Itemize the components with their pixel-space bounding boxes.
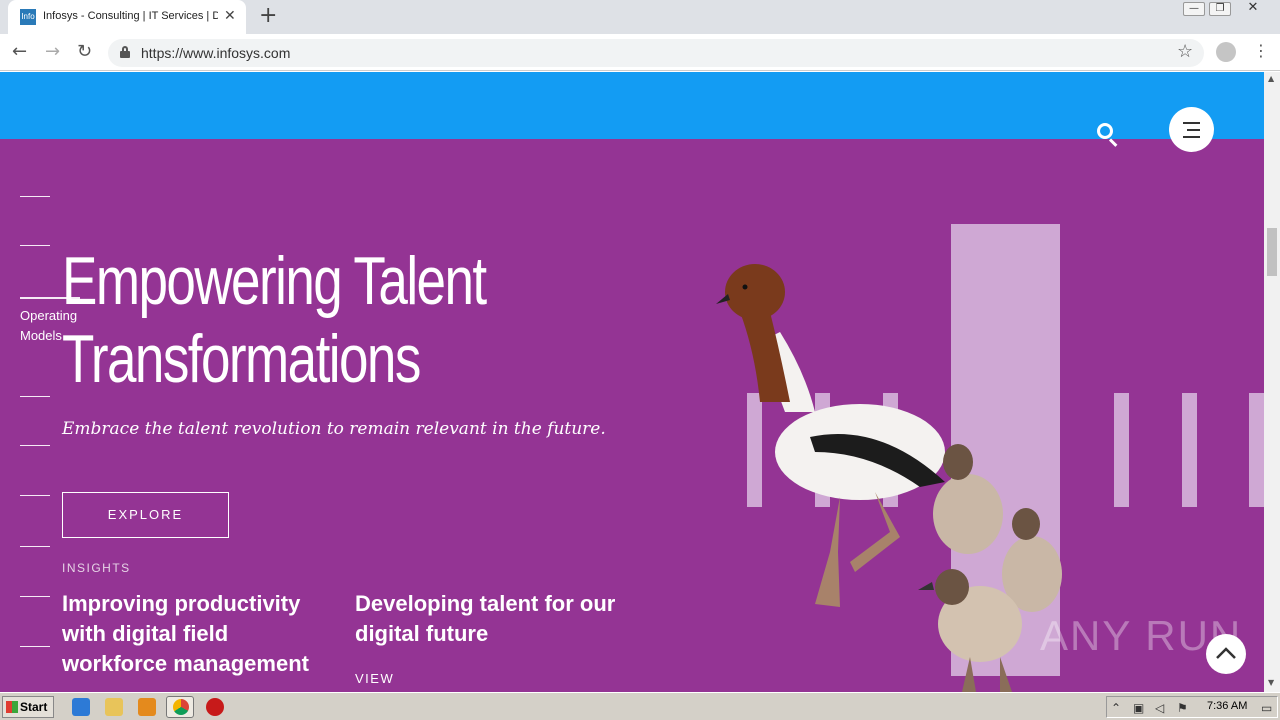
side-nav-dash[interactable]	[20, 445, 50, 446]
windows-logo-icon	[6, 701, 18, 713]
decorative-column	[1249, 393, 1264, 507]
media-player-icon[interactable]	[138, 698, 156, 716]
address-bar[interactable]: https://www.infosys.com ☆	[108, 39, 1204, 67]
volume-icon[interactable]: ◁	[1155, 701, 1169, 715]
scrollbar-thumb[interactable]	[1267, 228, 1277, 276]
screen: Info Infosys - Consulting | IT Services …	[0, 0, 1280, 720]
system-tray: ⌃ ▣ ◁ ⚑ 7:36 AM ▭	[1106, 696, 1278, 718]
browser-tab[interactable]: Info Infosys - Consulting | IT Services …	[8, 0, 246, 34]
minimize-icon[interactable]: —	[1183, 2, 1205, 16]
url-text[interactable]: https://www.infosys.com	[141, 45, 290, 61]
decorative-column	[1114, 393, 1129, 507]
page-viewport: Operating Models Empowering Talent Trans…	[0, 72, 1264, 692]
window-close-icon[interactable]: ✕	[1235, 1, 1271, 16]
network-icon[interactable]: ▣	[1133, 701, 1147, 715]
page-scrollbar[interactable]: ▲ ▼	[1264, 72, 1280, 692]
explore-button[interactable]: EXPLORE	[62, 492, 229, 538]
tab-close-icon[interactable]: ✕	[224, 8, 236, 24]
side-nav-dash[interactable]	[20, 596, 50, 597]
reload-icon[interactable]: ↻	[77, 40, 92, 64]
lock-icon	[120, 46, 130, 58]
decorative-column	[1182, 393, 1197, 507]
chrome-icon	[173, 699, 189, 715]
back-arrow-icon[interactable]: ←	[12, 40, 27, 64]
side-nav-dash[interactable]	[20, 245, 50, 246]
side-nav-dash[interactable]	[20, 495, 50, 496]
stop-icon[interactable]	[206, 698, 224, 716]
hero-subheadline: Embrace the talent revolution to remain …	[62, 419, 606, 439]
profile-icon[interactable]	[1216, 42, 1236, 62]
restore-icon[interactable]: ❐	[1209, 2, 1231, 16]
flag-icon[interactable]: ⚑	[1177, 701, 1191, 715]
tab-bar: Info Infosys - Consulting | IT Services …	[0, 0, 1280, 34]
menu-dots-icon[interactable]: ⋮	[1253, 41, 1269, 61]
hamburger-menu-button[interactable]	[1169, 107, 1214, 152]
windows-taskbar: Start ⌃ ▣ ◁ ⚑ 7:36 AM ▭	[0, 692, 1280, 720]
forward-arrow-icon[interactable]: →	[45, 40, 60, 64]
infosys-favicon-icon: Info	[20, 9, 36, 25]
tab-title: Infosys - Consulting | IT Services | D	[43, 10, 218, 22]
scroll-to-top-button[interactable]	[1206, 634, 1246, 674]
side-nav-dash[interactable]	[20, 546, 50, 547]
insight-link[interactable]: Developing talent for our digital future	[355, 589, 625, 649]
scroll-up-arrow-icon[interactable]: ▲	[1268, 74, 1274, 83]
chevron-up-icon	[1216, 647, 1236, 659]
insights-label: INSIGHTS	[62, 561, 131, 575]
hero-headline: Empowering Talent Transformations	[62, 243, 487, 397]
show-desktop-icon[interactable]: ▭	[1261, 701, 1275, 715]
clock[interactable]: 7:36 AM	[1207, 700, 1247, 712]
browser-toolbar: ← → ↻ https://www.infosys.com ☆ ⋮	[0, 34, 1280, 71]
ie-icon[interactable]	[72, 698, 90, 716]
duck-with-ducklings-image	[716, 264, 1062, 692]
folder-icon[interactable]	[105, 698, 123, 716]
insight-link[interactable]: Improving productivity with digital fiel…	[62, 589, 332, 679]
new-tab-plus-icon[interactable]: +	[259, 5, 277, 27]
side-nav-dash[interactable]	[20, 646, 50, 647]
side-nav-dash[interactable]	[20, 396, 50, 397]
scroll-down-arrow-icon[interactable]: ▼	[1268, 678, 1274, 687]
star-icon[interactable]: ☆	[1177, 41, 1193, 62]
tray-expand-icon[interactable]: ⌃	[1111, 701, 1125, 715]
header-band	[0, 72, 1264, 139]
side-nav-dash[interactable]	[20, 196, 50, 197]
view-link[interactable]: VIEW	[355, 671, 394, 686]
chrome-taskbar-button[interactable]	[166, 696, 194, 718]
start-button[interactable]: Start	[2, 696, 54, 718]
search-icon[interactable]	[1097, 123, 1119, 147]
